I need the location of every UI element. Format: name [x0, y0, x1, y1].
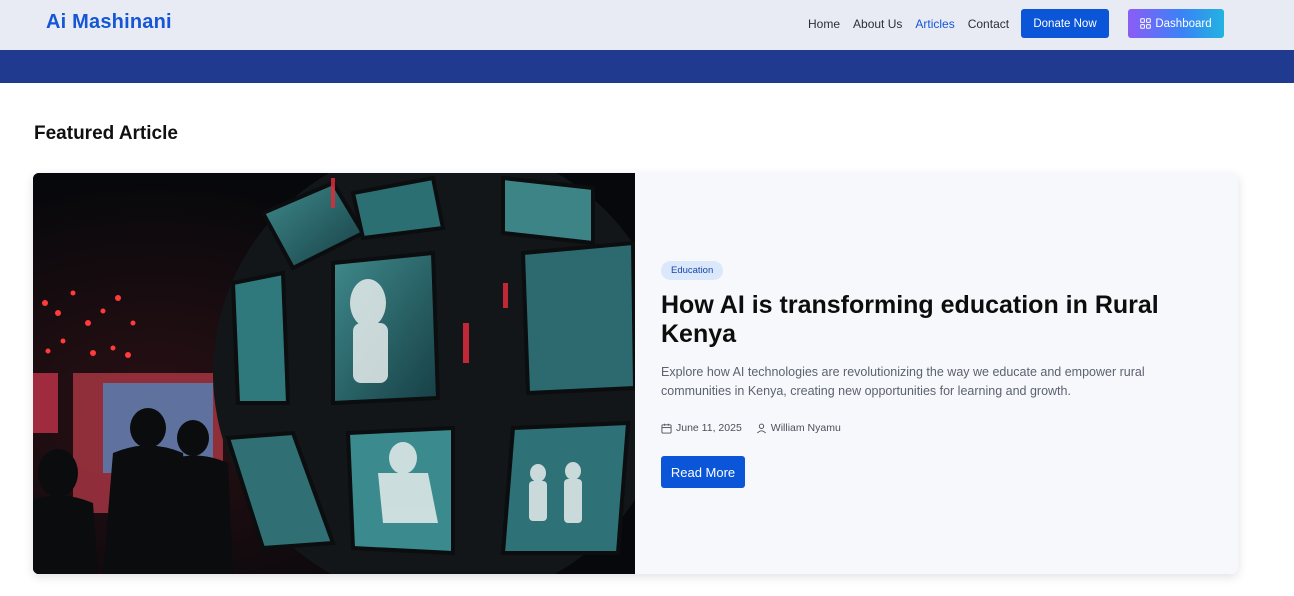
grid-icon	[1140, 18, 1152, 29]
article-author-text: William Nyamu	[770, 422, 841, 434]
article-excerpt: Explore how AI technologies are revoluti…	[661, 365, 1145, 398]
hero-banner-strip	[0, 50, 1294, 83]
read-more-button[interactable]: Read More	[661, 456, 745, 488]
nav-link-about-us[interactable]: About Us	[853, 17, 902, 31]
nav-link-contact[interactable]: Contact	[968, 17, 1009, 31]
top-navigation-bar: Ai Mashinani Home About Us Articles Cont…	[0, 0, 1294, 50]
donate-now-button[interactable]: Donate Now	[1021, 9, 1109, 38]
article-author: William Nyamu	[756, 422, 841, 434]
nav-link-articles[interactable]: Articles	[915, 17, 954, 31]
calendar-icon	[661, 423, 672, 434]
article-date: June 11, 2025	[661, 422, 742, 434]
section-title: Featured Article	[34, 123, 178, 144]
user-icon	[756, 423, 766, 433]
nav-link-home[interactable]: Home	[808, 17, 840, 31]
article-title[interactable]: How AI is transforming education in Rura…	[661, 291, 1221, 349]
article-meta: June 11, 2025 William Nyamu	[661, 422, 855, 434]
dashboard-button-label: Dashboard	[1155, 17, 1212, 30]
nav-links: Home About Us Articles Contact	[808, 17, 1022, 31]
photo-icon	[33, 173, 635, 574]
featured-article-image[interactable]	[33, 173, 635, 574]
brand-logo-text[interactable]: Ai Mashinani	[46, 11, 172, 34]
dashboard-button[interactable]: Dashboard	[1128, 9, 1224, 38]
article-date-text: June 11, 2025	[676, 422, 742, 434]
featured-article-card[interactable]: Education How AI is transforming educati…	[33, 173, 1238, 574]
featured-article-body: Education How AI is transforming educati…	[661, 173, 1221, 574]
category-tag[interactable]: Education	[661, 261, 724, 280]
